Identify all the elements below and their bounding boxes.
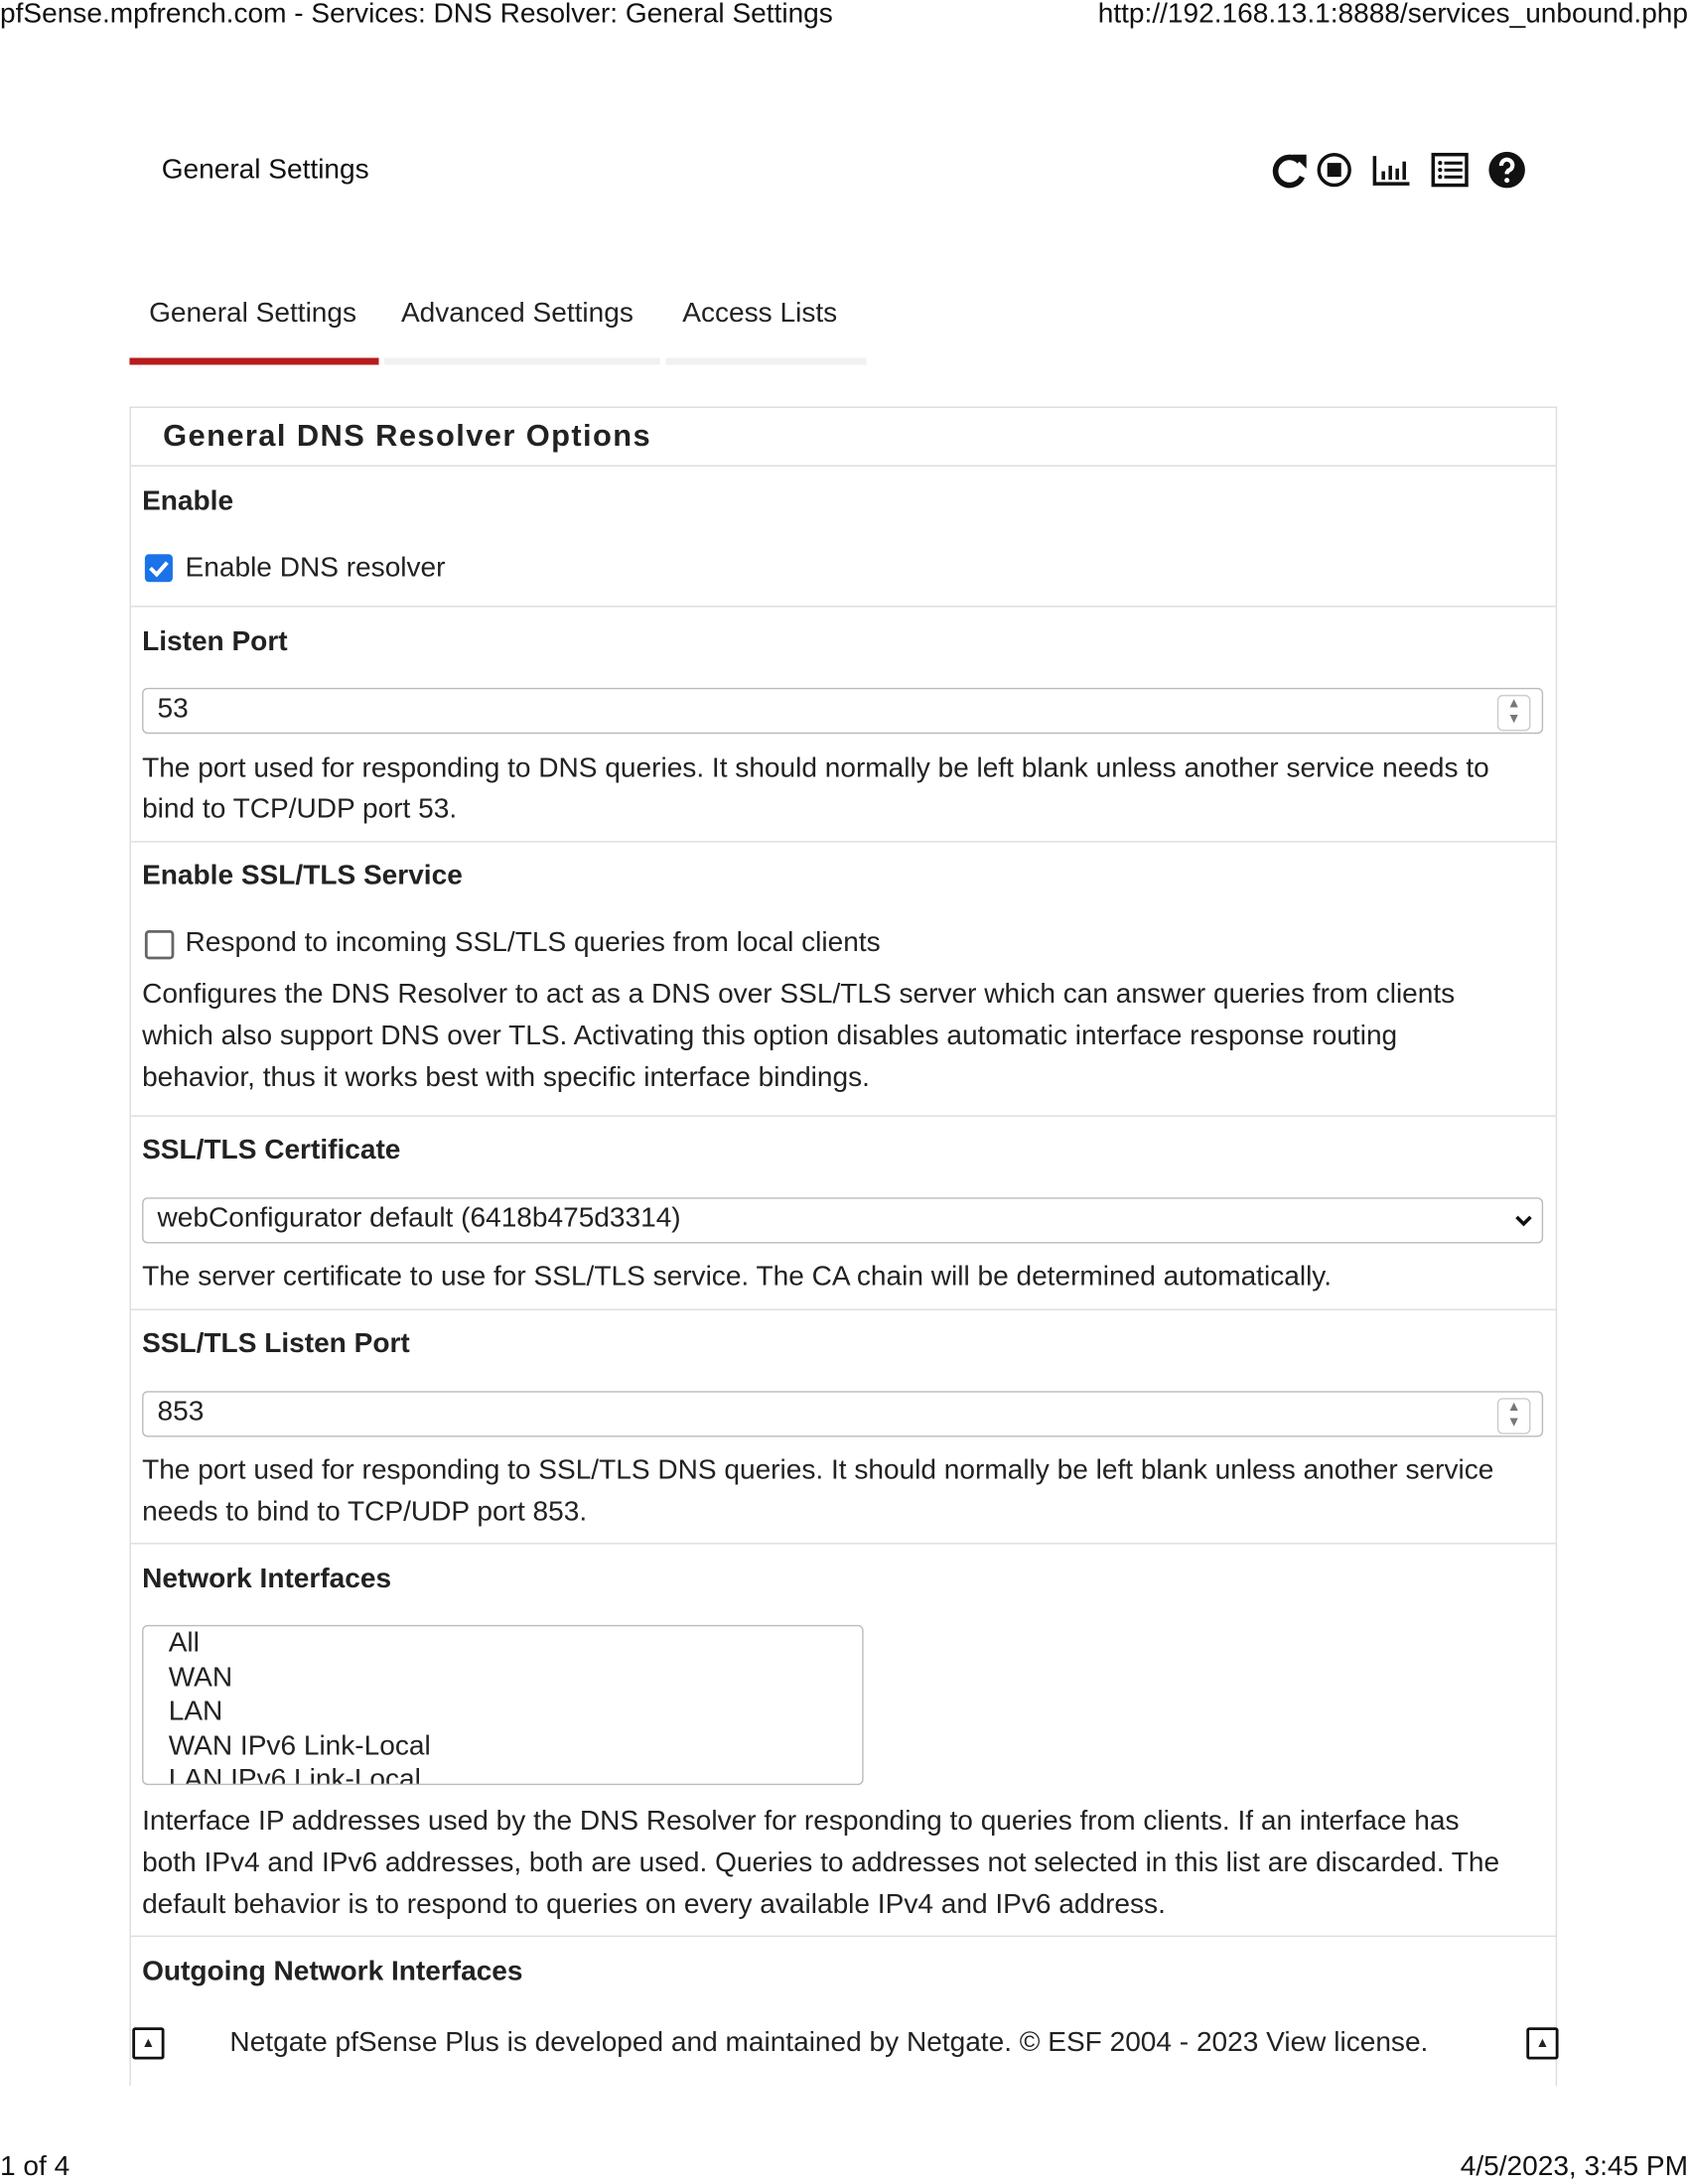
check-icon bbox=[149, 561, 169, 578]
ssl-service-checkbox-label: Respond to incoming SSL/TLS queries from… bbox=[185, 927, 881, 959]
ssl-service-help: which also support DNS over TLS. Activat… bbox=[142, 1021, 1398, 1051]
page-title: General Settings bbox=[161, 154, 369, 186]
print-header-url: http://192.168.13.1:8888/services_unboun… bbox=[1097, 0, 1688, 30]
network-interfaces-listbox[interactable]: All WAN LAN WAN IPv6 Link-Local LAN IPv6… bbox=[142, 1624, 864, 1786]
tab-access-lists[interactable]: Access Lists bbox=[682, 298, 837, 330]
listen-port-help: The port used for responding to DNS quer… bbox=[142, 752, 1489, 784]
ssl-listen-port-label: SSL/TLS Listen Port bbox=[142, 1328, 410, 1359]
ssl-listen-port-input[interactable]: 853 ▲ ▼ bbox=[142, 1391, 1544, 1437]
ssl-service-label: Enable SSL/TLS Service bbox=[142, 860, 463, 891]
chart-icon[interactable] bbox=[1372, 150, 1411, 189]
scroll-top-button[interactable]: ▲ bbox=[132, 2027, 165, 2060]
ssl-certificate-value: webConfigurator default (6418b475d3314) bbox=[157, 1202, 681, 1234]
tab-advanced-settings[interactable]: Advanced Settings bbox=[401, 298, 633, 330]
footer-text: Netgate pfSense Plus is developed and ma… bbox=[229, 2027, 1429, 2059]
panel-heading: General DNS Resolver Options bbox=[163, 417, 652, 453]
tab-underline bbox=[384, 357, 660, 365]
enable-label: Enable bbox=[142, 485, 234, 517]
spinner-icon[interactable]: ▲ ▼ bbox=[1496, 1398, 1531, 1434]
interface-option[interactable]: WAN bbox=[169, 1661, 431, 1695]
spinner-icon[interactable]: ▲ ▼ bbox=[1496, 694, 1531, 732]
ssl-listen-port-help: The port used for responding to SSL/TLS … bbox=[142, 1454, 1494, 1486]
ssl-service-help: Configures the DNS Resolver to act as a … bbox=[142, 979, 1456, 1010]
ssl-certificate-select[interactable]: webConfigurator default (6418b475d3314) bbox=[142, 1197, 1544, 1244]
outgoing-interfaces-label: Outgoing Network Interfaces bbox=[142, 1956, 523, 1987]
scroll-top-button[interactable]: ▲ bbox=[1526, 2027, 1559, 2060]
divider bbox=[130, 1115, 1556, 1117]
divider bbox=[130, 1543, 1556, 1545]
ssl-listen-port-value: 853 bbox=[157, 1396, 205, 1428]
divider bbox=[130, 606, 1556, 608]
listen-port-label: Listen Port bbox=[142, 626, 288, 658]
tab-general-settings[interactable]: General Settings bbox=[149, 298, 356, 330]
print-header-title: pfSense.mpfrench.com - Services: DNS Res… bbox=[0, 0, 833, 30]
ssl-service-checkbox[interactable] bbox=[144, 929, 175, 960]
stop-icon[interactable] bbox=[1315, 150, 1353, 189]
network-interfaces-label: Network Interfaces bbox=[142, 1564, 392, 1595]
tab-underline bbox=[665, 357, 867, 365]
interface-option[interactable]: WAN IPv6 Link-Local bbox=[169, 1728, 431, 1762]
interface-option[interactable]: All bbox=[169, 1626, 431, 1660]
list-icon[interactable] bbox=[1431, 150, 1470, 189]
divider bbox=[130, 465, 1556, 467]
listen-port-help: bind to TCP/UDP port 53. bbox=[142, 793, 458, 825]
ssl-certificate-label: SSL/TLS Certificate bbox=[142, 1135, 401, 1166]
page-number: 1 of 4 bbox=[0, 2151, 70, 2182]
reload-icon[interactable] bbox=[1270, 150, 1309, 189]
interface-option[interactable]: LAN bbox=[169, 1695, 431, 1728]
divider bbox=[130, 1935, 1556, 1938]
listen-port-value: 53 bbox=[157, 693, 189, 725]
network-interfaces-help: Interface IP addresses used by the DNS R… bbox=[142, 1806, 1460, 1838]
listen-port-input[interactable]: 53 ▲ ▼ bbox=[142, 687, 1544, 735]
interface-option[interactable]: LAN IPv6 Link-Local bbox=[169, 1763, 431, 1784]
help-icon[interactable] bbox=[1487, 150, 1526, 189]
print-datetime: 4/5/2023, 3:45 PM bbox=[1460, 2151, 1688, 2182]
active-tab-indicator bbox=[129, 357, 379, 365]
network-interfaces-help: both IPv4 and IPv6 addresses, both are u… bbox=[142, 1847, 1500, 1879]
divider bbox=[130, 1308, 1556, 1310]
network-interfaces-help: default behavior is to respond to querie… bbox=[142, 1889, 1166, 1921]
ssl-certificate-help: The server certificate to use for SSL/TL… bbox=[142, 1261, 1333, 1293]
enable-dns-resolver-label: Enable DNS resolver bbox=[185, 552, 446, 584]
enable-dns-resolver-checkbox[interactable] bbox=[144, 554, 173, 583]
ssl-listen-port-help: needs to bind to TCP/UDP port 853. bbox=[142, 1496, 588, 1528]
ssl-service-help: behavior, thus it works best with specif… bbox=[142, 1062, 870, 1094]
divider bbox=[130, 841, 1556, 843]
chevron-down-icon bbox=[1515, 1215, 1532, 1227]
